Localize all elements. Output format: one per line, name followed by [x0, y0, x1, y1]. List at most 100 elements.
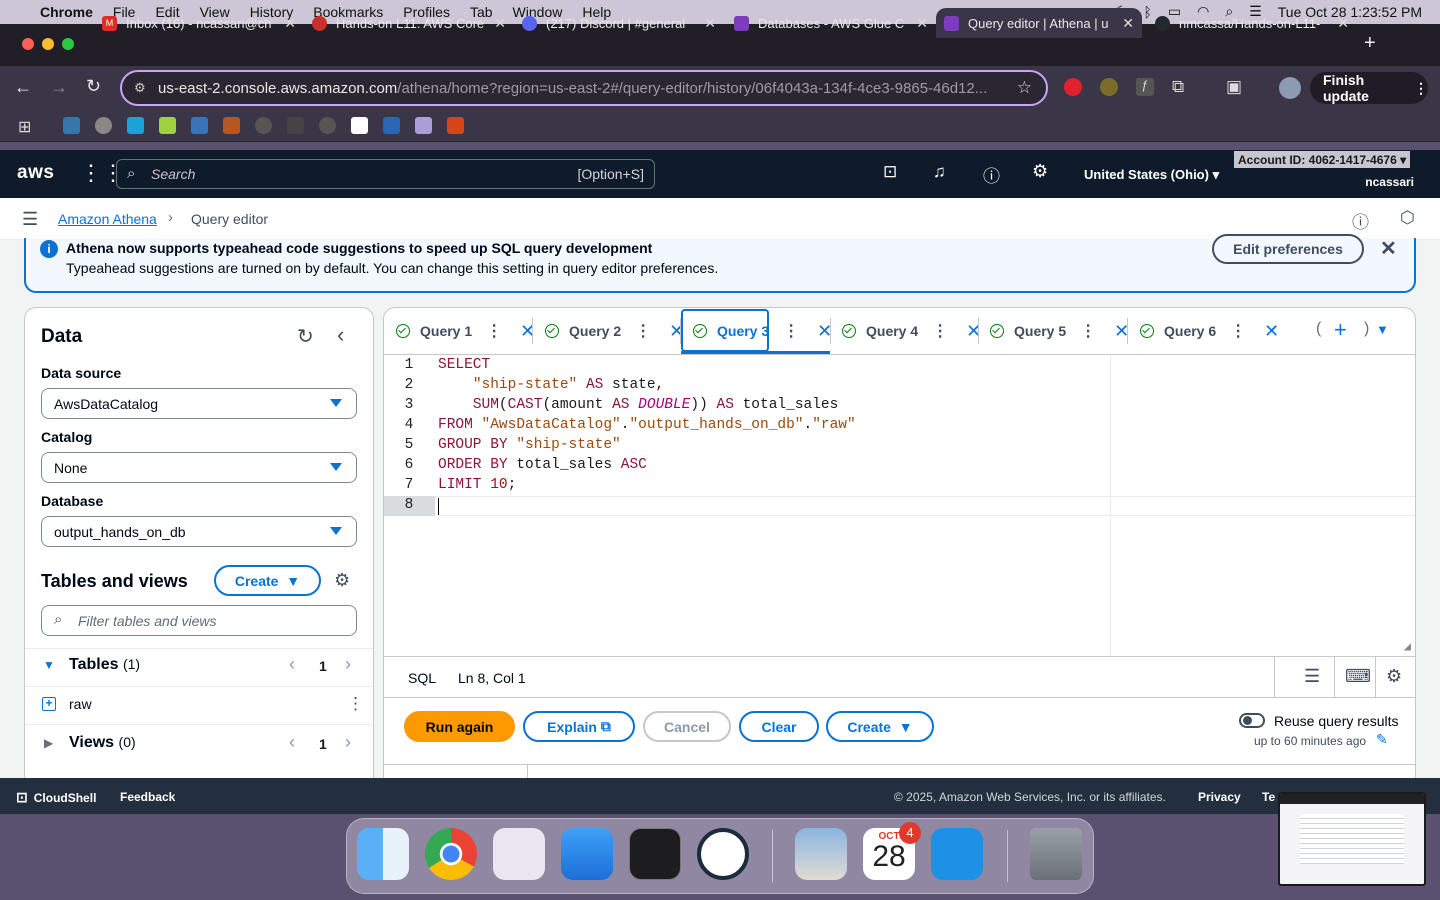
add-tab-button[interactable]: +: [1334, 317, 1347, 343]
settings-hex-icon[interactable]: ⬡: [1400, 208, 1415, 228]
extensions-puzzle-icon[interactable]: ⧉: [1172, 77, 1184, 97]
site-info-icon[interactable]: ⚙: [134, 80, 146, 96]
aws-logo[interactable]: aws: [17, 162, 54, 184]
app-menu[interactable]: Chrome: [40, 4, 93, 20]
collapse-chevron-icon[interactable]: ‹: [337, 322, 344, 348]
database-select[interactable]: output_hands_on_db: [41, 516, 357, 547]
screenshot-thumbnail[interactable]: [1278, 792, 1426, 886]
tab-query-5[interactable]: Query 5 ⋮ ✕: [990, 308, 1129, 354]
close-icon[interactable]: ✕: [284, 15, 296, 32]
views-page-number[interactable]: 1: [319, 736, 327, 752]
close-window-button[interactable]: [22, 38, 34, 50]
more-vertical-icon[interactable]: ⋮: [486, 321, 502, 341]
side-panel-icon[interactable]: ▣: [1226, 77, 1242, 97]
clear-button[interactable]: Clear: [739, 711, 819, 742]
docker-icon[interactable]: [931, 828, 983, 880]
privacy-link[interactable]: Privacy: [1198, 790, 1241, 804]
finder-icon[interactable]: [357, 828, 409, 880]
tab-query-3[interactable]: Query 3 ⋮ ✕: [693, 308, 832, 354]
bookmark-icon[interactable]: [415, 117, 432, 134]
views-section-toggle[interactable]: Views (0): [69, 734, 136, 752]
sql-code-editor[interactable]: 1 2 3 4 5 6 7 8 SELECT "ship-state" AS s…: [384, 356, 1415, 656]
breadcrumb-link-athena[interactable]: Amazon Athena: [58, 211, 157, 227]
finish-update-button[interactable]: Finish update ⋮: [1310, 72, 1428, 104]
tab-query-4[interactable]: Query 4 ⋮ ✕: [842, 308, 981, 354]
close-icon[interactable]: ✕: [1337, 15, 1349, 32]
bookmark-icon[interactable]: [351, 117, 368, 134]
create-table-button[interactable]: Create ▼: [214, 565, 321, 596]
browser-tab[interactable]: nmcassa/Hands-on-L11- ✕: [1155, 8, 1349, 38]
edit-pencil-icon[interactable]: ✎: [1376, 731, 1388, 748]
cloudshell-button[interactable]: ⊡ CloudShell: [16, 789, 96, 806]
github-bookmark-icon[interactable]: [255, 117, 272, 134]
explain-button[interactable]: Explain ⧉: [523, 711, 635, 742]
catalog-select[interactable]: None: [41, 452, 357, 483]
extension-icon[interactable]: [1100, 78, 1118, 96]
bookmark-icon[interactable]: [447, 117, 464, 134]
python-bookmark-icon[interactable]: [63, 117, 80, 134]
close-icon[interactable]: ✕: [494, 15, 506, 32]
format-query-icon[interactable]: ☰: [1304, 666, 1320, 687]
tables-page-number[interactable]: 1: [319, 658, 327, 674]
hamburger-menu-icon[interactable]: ☰: [22, 209, 38, 230]
table-item-raw[interactable]: raw: [69, 696, 92, 712]
back-arrow-icon[interactable]: ←: [14, 77, 32, 98]
profile-avatar[interactable]: [1279, 77, 1301, 99]
more-vertical-icon[interactable]: ⋮: [1080, 321, 1096, 341]
bookmark-icon[interactable]: [191, 117, 208, 134]
gear-icon[interactable]: ⚙: [334, 570, 350, 591]
gear-icon[interactable]: ⚙: [1386, 666, 1402, 687]
reload-icon[interactable]: ↻: [86, 76, 101, 97]
extension-icon[interactable]: ƒ: [1136, 78, 1154, 96]
gear-icon[interactable]: ⚙: [1032, 161, 1048, 182]
edit-preferences-button[interactable]: Edit preferences: [1212, 234, 1364, 264]
prev-page-icon[interactable]: ‹: [289, 732, 295, 753]
bookmark-icon[interactable]: [95, 117, 112, 134]
next-page-icon[interactable]: ›: [345, 654, 351, 675]
keyboard-icon[interactable]: ⌨: [1345, 666, 1371, 687]
username[interactable]: ncassari: [1365, 175, 1414, 189]
trash-icon[interactable]: [1030, 828, 1082, 880]
run-again-button[interactable]: Run again: [404, 711, 515, 742]
create-button[interactable]: Create ▼: [826, 711, 934, 742]
collapse-caret-icon[interactable]: ▶: [44, 736, 53, 750]
bookmark-star-icon[interactable]: ☆: [1017, 78, 1032, 98]
close-icon[interactable]: ✕: [1122, 15, 1134, 32]
bell-icon[interactable]: ♫: [933, 162, 946, 182]
next-page-icon[interactable]: ›: [345, 732, 351, 753]
refresh-icon[interactable]: ↻: [297, 324, 314, 349]
browser-tab[interactable]: M Inbox (16) - ncassari@ch ✕: [102, 8, 296, 38]
terms-link[interactable]: Te: [1262, 790, 1275, 804]
bookmark-icon[interactable]: [287, 117, 304, 134]
region-selector[interactable]: United States (Ohio) ▾: [1084, 167, 1219, 183]
aws-search-input[interactable]: ⌕ Search [Option+S]: [116, 159, 655, 189]
extension-icon[interactable]: [1064, 78, 1082, 96]
browser-tab[interactable]: Databases - AWS Glue C ✕: [734, 8, 928, 38]
preview-icon[interactable]: [795, 828, 847, 880]
resize-handle-icon[interactable]: ◢: [1404, 639, 1411, 654]
data-source-select[interactable]: AwsDataCatalog: [41, 388, 357, 419]
launchpad-icon[interactable]: [493, 828, 545, 880]
filter-tables-input[interactable]: ⌕ Filter tables and views: [41, 605, 357, 636]
cancel-button[interactable]: Cancel: [643, 711, 731, 742]
more-vertical-icon[interactable]: ⋮: [635, 321, 651, 341]
browser-tab[interactable]: Hands-on L11: AWS Core ✕: [312, 8, 506, 38]
tables-section-toggle[interactable]: Tables (1): [69, 656, 140, 674]
cloudshell-icon[interactable]: ⊡: [883, 162, 897, 182]
bookmark-icon[interactable]: [159, 117, 176, 134]
more-vertical-icon[interactable]: ⋮: [1230, 321, 1246, 341]
expand-plus-icon[interactable]: +: [42, 697, 56, 711]
browser-tab[interactable]: (217) Discord | #general ✕: [522, 8, 716, 38]
bookmark-icon[interactable]: [127, 117, 144, 134]
feedback-link[interactable]: Feedback: [120, 790, 175, 804]
bookmark-icon[interactable]: [223, 117, 240, 134]
more-vertical-icon[interactable]: ⋮: [932, 321, 948, 341]
forward-arrow-icon[interactable]: →: [50, 77, 68, 98]
more-vertical-icon[interactable]: ⋮: [783, 321, 799, 341]
reuse-results-toggle[interactable]: [1239, 713, 1265, 728]
account-id-badge[interactable]: Account ID: 4062-1417-4676 ▾: [1234, 151, 1411, 168]
more-vertical-icon[interactable]: ⋮: [347, 694, 364, 714]
github-bookmark-icon[interactable]: [319, 117, 336, 134]
new-tab-button[interactable]: +: [1364, 32, 1376, 55]
close-icon[interactable]: ✕: [704, 15, 716, 32]
